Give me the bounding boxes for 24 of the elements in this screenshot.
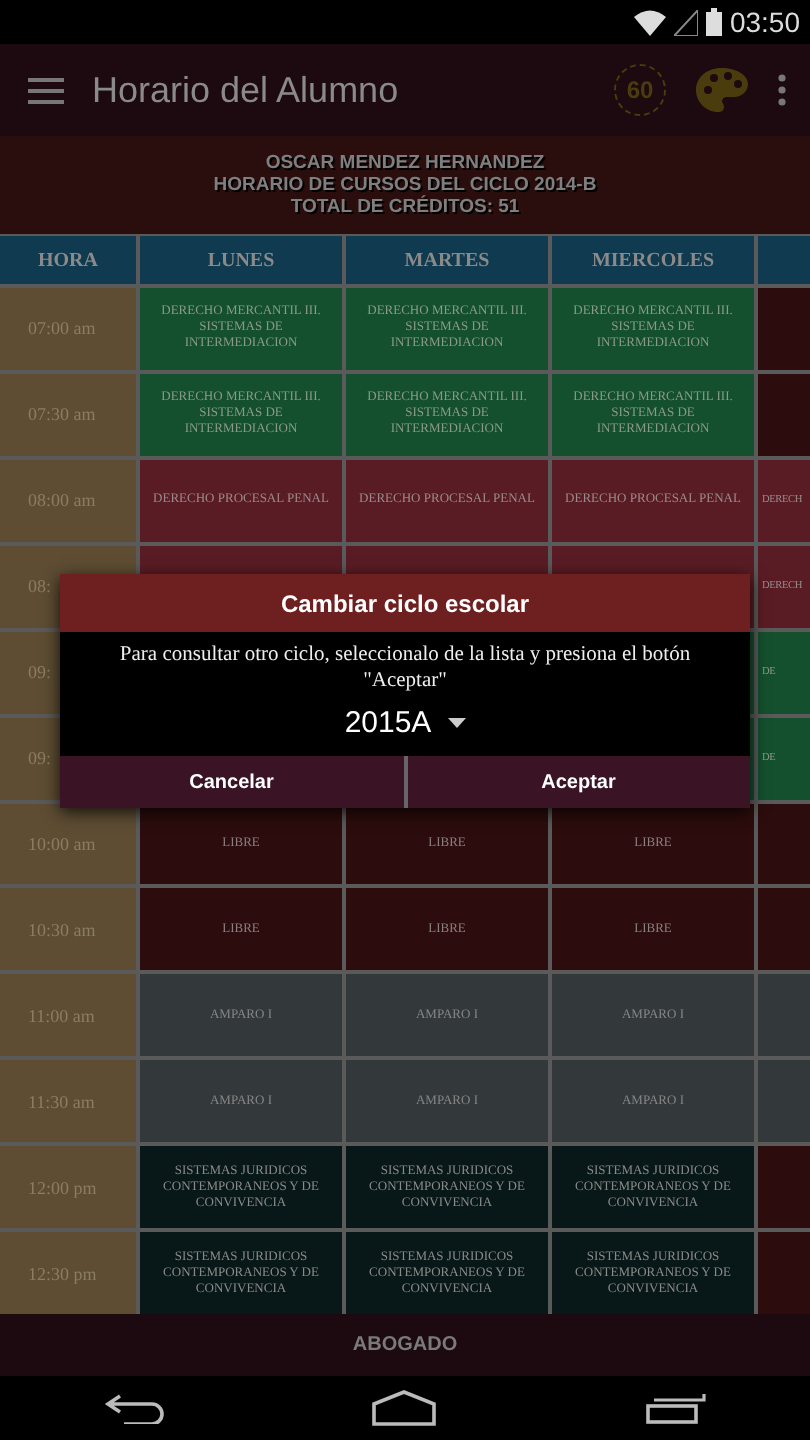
column-header [758,236,810,284]
wifi-icon [633,9,666,35]
battery-icon [705,8,722,36]
cancel-button[interactable]: Cancelar [60,756,403,808]
signal-icon [673,9,698,35]
cycle-title: HORARIO DE CURSOS DEL CICLO 2014-B [213,174,597,196]
student-name: OSCAR MENDEZ HERNANDEZ [265,152,545,174]
dropdown-caret-icon [447,718,466,728]
column-header: MIERCOLES [552,236,754,284]
credits-total: TOTAL DE CRÉDITOS: 51 [290,196,520,218]
back-icon[interactable] [104,1392,165,1424]
column-header: LUNES [140,236,342,284]
accept-button[interactable]: Aceptar [407,756,750,808]
dialog-title: Cambiar ciclo escolar [60,574,750,632]
menu-icon[interactable] [28,77,64,103]
career-label: ABOGADO [0,1314,810,1376]
cycle-dropdown[interactable]: 2015A [344,706,466,740]
app-title: Horario del Alumno [92,69,401,111]
more-options-icon[interactable] [778,74,786,106]
column-header: HORA [0,236,136,284]
recent-apps-icon[interactable] [645,1392,706,1424]
home-icon[interactable] [372,1390,437,1426]
status-time: 03:50 [729,6,800,38]
column-header: MARTES [346,236,548,284]
